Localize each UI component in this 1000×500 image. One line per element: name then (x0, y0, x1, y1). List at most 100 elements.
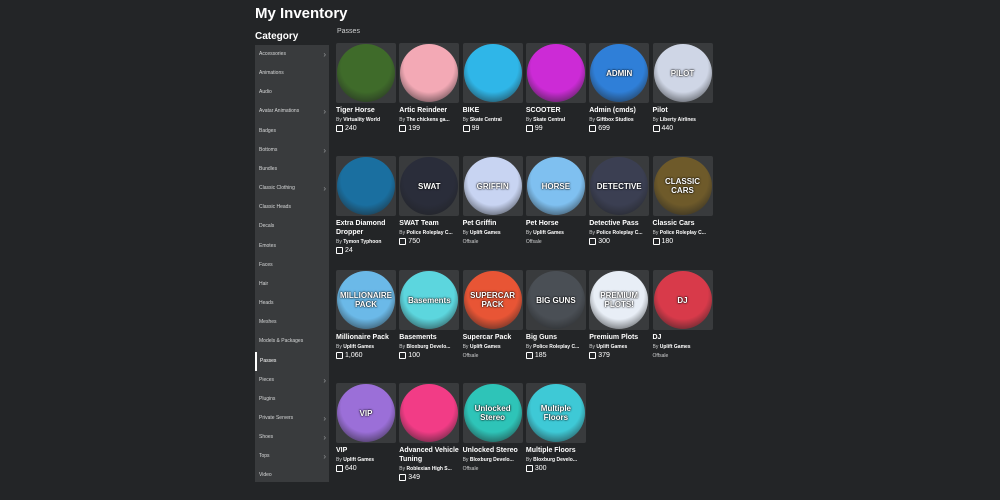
item-thumbnail[interactable] (399, 43, 460, 103)
creator-link[interactable]: Police Roleplay C... (660, 230, 706, 236)
item-card[interactable]: CLASSIC CARS Classic Cars By Police Rolepl… (652, 156, 713, 245)
sidebar-item-bundles[interactable]: Bundles (255, 160, 329, 179)
sidebar-item-passes[interactable]: Passes (255, 351, 329, 371)
sidebar-item-classic-heads[interactable]: Classic Heads (255, 198, 329, 217)
item-thumbnail[interactable]: SUPERCAR PACK (462, 270, 523, 330)
creator-link[interactable]: The chickens ga... (407, 117, 450, 123)
creator-link[interactable]: Bloxburg Develo... (533, 457, 577, 463)
sidebar-item-pieces[interactable]: Pieces › (255, 371, 329, 390)
item-card[interactable]: HORSE Pet Horse By Uplift Games Offsale (525, 156, 586, 245)
creator-link[interactable]: Uplift Games (533, 230, 564, 236)
sidebar-item-animations[interactable]: Animations (255, 64, 329, 83)
item-name[interactable]: BIKE (463, 106, 523, 115)
item-name[interactable]: Tiger Horse (336, 106, 396, 115)
creator-link[interactable]: Roblexian High S... (407, 466, 452, 472)
sidebar-item-private-servers[interactable]: Private Servers › (255, 409, 329, 428)
creator-link[interactable]: Liberty Airlines (660, 117, 696, 123)
item-card[interactable]: MILLIONAIRE PACK Millionaire Pack By Uplif… (336, 270, 396, 359)
item-thumbnail[interactable] (336, 43, 396, 103)
sidebar-item-video[interactable]: Video (255, 466, 329, 485)
sidebar-item-avatar-animations[interactable]: Avatar Animations › (255, 102, 329, 121)
item-name[interactable]: Premium Plots (589, 333, 649, 342)
creator-link[interactable]: Police Roleplay C... (533, 344, 579, 350)
item-name[interactable]: Pet Griffin (463, 219, 523, 228)
sidebar-item-decals[interactable]: Decals (255, 217, 329, 236)
sidebar-item-shoes[interactable]: Shoes › (255, 428, 329, 447)
item-name[interactable]: Supercar Pack (463, 333, 523, 342)
item-name[interactable]: Advanced Vehicle Tuning (399, 446, 459, 464)
item-thumbnail[interactable]: VIP (336, 383, 396, 443)
item-thumbnail[interactable] (336, 156, 396, 216)
item-thumbnail[interactable]: CLASSIC CARS (652, 156, 713, 216)
item-thumbnail[interactable] (462, 43, 523, 103)
creator-link[interactable]: Tymon Typhoon (343, 239, 381, 245)
item-name[interactable]: Basements (399, 333, 459, 342)
item-thumbnail[interactable]: PILOT (652, 43, 713, 103)
item-name[interactable]: Pet Horse (526, 219, 586, 228)
sidebar-item-hair[interactable]: Hair (255, 275, 329, 294)
item-card[interactable]: BIG GUNS Big Guns By Police Roleplay C... 1… (525, 270, 586, 359)
item-card[interactable]: VIP VIP By Uplift Games 640 (336, 383, 396, 472)
item-thumbnail[interactable]: GRIFFIN (462, 156, 523, 216)
sidebar-item-emotes[interactable]: Emotes (255, 237, 329, 256)
item-card[interactable]: Unlocked Stereo Unlocked Stereo By Bloxbur… (462, 383, 523, 472)
sidebar-item-classic-clothing[interactable]: Classic Clothing › (255, 179, 329, 198)
creator-link[interactable]: Bloxburg Develo... (407, 344, 451, 350)
item-card[interactable]: Multiple Floors Multiple Floors By Bloxbur… (525, 383, 586, 472)
item-card[interactable]: DJ DJ By Uplift Games Offsale (652, 270, 713, 359)
sidebar-item-accessories[interactable]: Accessories › (255, 45, 329, 64)
item-name[interactable]: Detective Pass (589, 219, 649, 228)
creator-link[interactable]: Uplift Games (470, 344, 501, 350)
sidebar-item-heads[interactable]: Heads (255, 294, 329, 313)
creator-link[interactable]: Police Roleplay C... (596, 230, 642, 236)
sidebar-item-plugins[interactable]: Plugins (255, 390, 329, 409)
creator-link[interactable]: Police Roleplay C... (407, 230, 453, 236)
sidebar-item-faces[interactable]: Faces (255, 256, 329, 275)
item-thumbnail[interactable] (399, 383, 460, 443)
creator-link[interactable]: Skate Central (533, 117, 565, 123)
item-card[interactable]: BIKE By Skate Central 99 (462, 43, 523, 132)
item-card[interactable]: Basements Basements By Bloxburg Develo... 1… (399, 270, 460, 359)
creator-link[interactable]: Bloxburg Develo... (470, 457, 514, 463)
item-thumbnail[interactable]: PREMIUM PLOTS! (589, 270, 650, 330)
item-thumbnail[interactable]: HORSE (525, 156, 586, 216)
item-card[interactable]: Extra Diamond Dropper By Tymon Typhoon 24 (336, 156, 396, 254)
creator-link[interactable]: Uplift Games (660, 344, 691, 350)
sidebar-item-badges[interactable]: Badges (255, 122, 329, 141)
item-thumbnail[interactable] (525, 43, 586, 103)
creator-link[interactable]: Giftbox Studios (596, 117, 633, 123)
item-name[interactable]: DJ (653, 333, 713, 342)
item-name[interactable]: Artic Reindeer (399, 106, 459, 115)
creator-link[interactable]: Uplift Games (343, 457, 374, 463)
item-name[interactable]: Big Guns (526, 333, 586, 342)
item-thumbnail[interactable]: Unlocked Stereo (462, 383, 523, 443)
item-name[interactable]: Unlocked Stereo (463, 446, 523, 455)
sidebar-item-audio[interactable]: Audio (255, 83, 329, 102)
item-card[interactable]: SWAT SWAT Team By Police Roleplay C... 750 (399, 156, 460, 245)
item-card[interactable]: Artic Reindeer By The chickens ga... 199 (399, 43, 460, 132)
item-card[interactable]: SUPERCAR PACK Supercar Pack By Uplift Game… (462, 270, 523, 359)
item-name[interactable]: Extra Diamond Dropper (336, 219, 396, 237)
creator-link[interactable]: Uplift Games (343, 344, 374, 350)
item-name[interactable]: Multiple Floors (526, 446, 586, 455)
item-name[interactable]: SWAT Team (399, 219, 459, 228)
item-card[interactable]: Advanced Vehicle Tuning By Roblexian High… (399, 383, 460, 481)
item-card[interactable]: PILOT Pilot By Liberty Airlines 440 (652, 43, 713, 132)
item-card[interactable]: DETECTIVE Detective Pass By Police Rolepla… (589, 156, 650, 245)
item-thumbnail[interactable]: ADMIN (589, 43, 650, 103)
item-thumbnail[interactable]: MILLIONAIRE PACK (336, 270, 396, 330)
item-card[interactable]: ADMIN Admin (cmds) By Giftbox Studios 699 (589, 43, 650, 132)
sidebar-item-bottoms[interactable]: Bottoms › (255, 141, 329, 160)
creator-link[interactable]: Uplift Games (470, 230, 501, 236)
item-name[interactable]: VIP (336, 446, 396, 455)
item-name[interactable]: SCOOTER (526, 106, 586, 115)
creator-link[interactable]: Uplift Games (596, 344, 627, 350)
item-thumbnail[interactable]: DJ (652, 270, 713, 330)
item-card[interactable]: GRIFFIN Pet Griffin By Uplift Games Offsale (462, 156, 523, 245)
item-thumbnail[interactable]: BIG GUNS (525, 270, 586, 330)
sidebar-item-tops[interactable]: Tops › (255, 447, 329, 466)
item-thumbnail[interactable]: Multiple Floors (525, 383, 586, 443)
item-name[interactable]: Pilot (653, 106, 713, 115)
item-thumbnail[interactable]: SWAT (399, 156, 460, 216)
item-name[interactable]: Millionaire Pack (336, 333, 396, 342)
